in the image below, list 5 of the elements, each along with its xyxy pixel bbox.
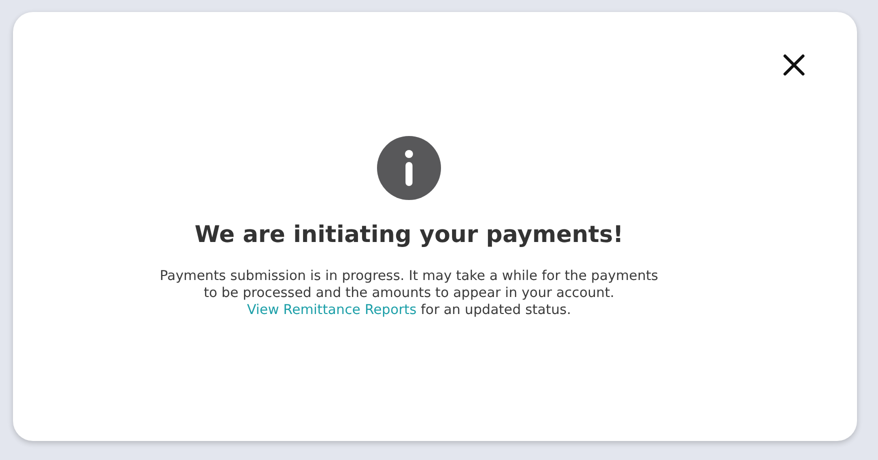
dialog-title: We are initiating your payments! <box>194 222 624 248</box>
close-icon[interactable] <box>783 54 805 76</box>
info-icon <box>377 136 441 200</box>
dialog-message: Payments submission is in progress. It may take a while for the payments to be processed and the amounts to appear in your account. View Remittance Reports for an updated status. <box>160 268 658 319</box>
remittance-reports-link[interactable]: View Remittance Reports <box>246 302 417 318</box>
